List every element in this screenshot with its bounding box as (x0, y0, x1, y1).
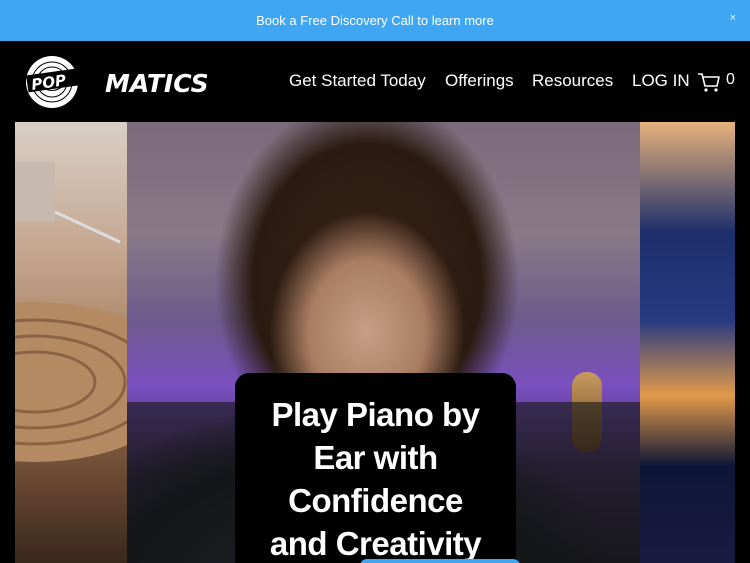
headline-line: Play Piano by (271, 396, 480, 433)
nav-offerings[interactable]: Offerings (445, 71, 514, 91)
headline-line: Ear with (313, 439, 438, 476)
hero-headline: Play Piano by Ear with Confidence and Cr… (235, 393, 516, 563)
site-header: POP MATICS Get Started Today Offerings R… (0, 41, 750, 122)
headline-line: and Creativity (269, 525, 482, 562)
announcement-bar[interactable]: Book a Free Discovery Call to learn more… (0, 0, 750, 41)
nav-resources[interactable]: Resources (532, 71, 613, 91)
hero-right-image (640, 122, 735, 563)
cart-count[interactable]: 0 (726, 71, 735, 89)
hero-headline-card: Play Piano by Ear with Confidence and Cr… (235, 373, 520, 563)
hero-left-image (15, 122, 185, 563)
nav-login[interactable]: LOG IN (632, 71, 690, 91)
close-icon[interactable]: × (730, 12, 736, 24)
cymbal-image (15, 162, 185, 462)
cta-button[interactable] (360, 559, 520, 563)
headline-line: Confidence (288, 482, 463, 519)
main-nav: Get Started Today Offerings Resources LO… (0, 71, 750, 95)
cart-icon[interactable] (697, 71, 721, 93)
announcement-text[interactable]: Book a Free Discovery Call to learn more (256, 13, 494, 28)
hero-section: Play Piano by Ear with Confidence and Cr… (15, 122, 735, 563)
nav-get-started[interactable]: Get Started Today (289, 71, 426, 91)
